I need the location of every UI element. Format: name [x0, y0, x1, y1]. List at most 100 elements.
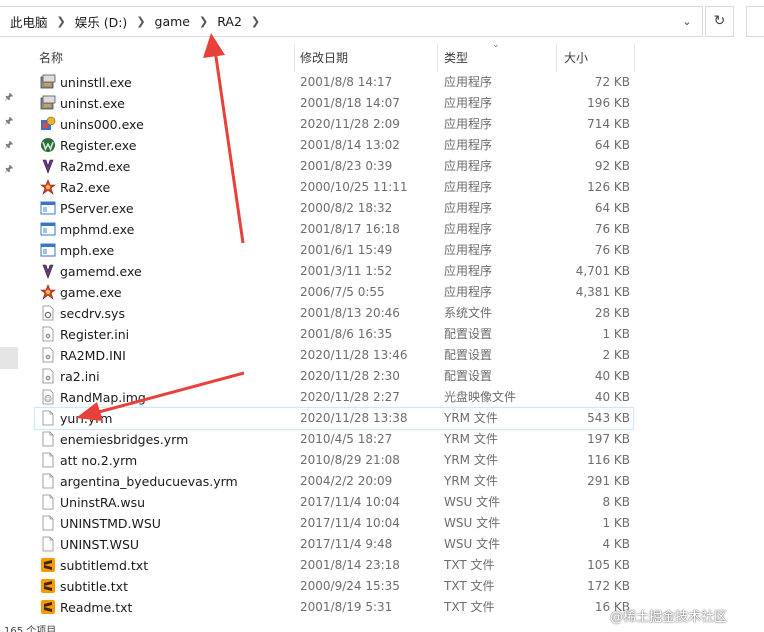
file-type: 配置设置 [444, 369, 493, 383]
blank-file-icon [40, 473, 56, 489]
file-name: Ra2md.exe [60, 159, 131, 174]
nav-item-selected[interactable] [0, 347, 18, 369]
file-row[interactable]: mph.exe 2001/6/1 15:49 应用程序 76 KB [35, 240, 633, 261]
file-row[interactable]: RA2MD.INI 2020/11/28 13:46 配置设置 2 KB [35, 345, 633, 366]
pin-icon[interactable]: 🖈 [4, 92, 15, 103]
file-row[interactable]: enemiesbridges.yrm 2010/4/5 18:27 YRM 文件 19… [35, 429, 633, 450]
file-date: 2001/8/14 23:18 [300, 558, 400, 572]
file-row[interactable]: att no.2.yrm 2010/8/29 21:08 YRM 文件 116 KB [35, 450, 633, 471]
column-header-date[interactable]: 修改日期 [300, 44, 348, 72]
blank-file-icon [40, 410, 56, 426]
blank-file-icon [40, 431, 56, 447]
column-divider[interactable] [437, 44, 438, 72]
chevron-right-icon[interactable]: ❯ [136, 15, 145, 28]
breadcrumb: 此电脑 ❯ 娱乐 (D:) ❯ game ❯ RA2 ❯ [0, 12, 269, 31]
file-date: 2001/8/14 13:02 [300, 138, 400, 152]
pin-icon[interactable]: 🖈 [4, 116, 15, 127]
file-date: 2001/8/19 5:31 [300, 600, 393, 614]
file-name: subtitle.txt [60, 579, 128, 594]
ra2-icon [40, 284, 56, 300]
file-row[interactable]: UNINST.WSU 2017/11/4 9:48 WSU 文件 4 KB [35, 534, 633, 555]
column-divider[interactable] [634, 44, 635, 72]
file-size: 4 KB [602, 537, 630, 551]
file-name: Register.ini [60, 327, 130, 342]
file-row[interactable]: UninstRA.wsu 2017/11/4 10:04 WSU 文件 8 KB [35, 492, 633, 513]
file-row[interactable]: subtitlemd.txt 2001/8/14 23:18 TXT 文件 105 K… [35, 555, 633, 576]
file-row[interactable]: argentina_byeducuevas.yrm 2004/2/2 20:09 Y… [35, 471, 633, 492]
file-type: 应用程序 [444, 285, 493, 299]
file-row[interactable]: subtitle.txt 2000/9/24 15:35 TXT 文件 172 KB [35, 576, 633, 597]
breadcrumb-drive[interactable]: 娱乐 (D:) [75, 12, 128, 31]
file-row[interactable]: uninstll.exe 2001/8/8 14:17 应用程序 72 KB [35, 72, 633, 93]
status-bar-item-count: 165 个项目 [4, 626, 57, 632]
refresh-button[interactable]: ↻ [705, 6, 734, 37]
file-date: 2001/8/23 0:39 [300, 159, 393, 173]
column-divider[interactable] [294, 44, 295, 72]
file-row[interactable]: Register.exe 2001/8/14 13:02 应用程序 64 KB [35, 135, 633, 156]
address-bar[interactable]: 此电脑 ❯ 娱乐 (D:) ❯ game ❯ RA2 ❯ ⌄ [0, 6, 703, 37]
file-row[interactable]: secdrv.sys 2001/8/13 20:46 系统文件 28 KB [35, 303, 633, 324]
file-row[interactable]: RandMap.img 2020/11/28 2:27 光盘映像文件 40 KB [35, 387, 633, 408]
file-type: 应用程序 [444, 138, 493, 152]
w-logo-icon [40, 137, 56, 153]
file-type: 应用程序 [444, 75, 493, 89]
disc-image-icon [40, 389, 56, 405]
file-name: enemiesbridges.yrm [60, 432, 189, 447]
file-row[interactable]: mphmd.exe 2001/8/17 16:18 应用程序 76 KB [35, 219, 633, 240]
chevron-right-icon[interactable]: ❯ [251, 15, 260, 28]
file-row[interactable]: yuri.yrm 2020/11/28 13:38 YRM 文件 543 KB [34, 407, 634, 430]
file-size: 28 KB [594, 306, 630, 320]
search-input[interactable] [746, 6, 764, 37]
breadcrumb-game[interactable]: game [155, 14, 190, 29]
file-row[interactable]: uninst.exe 2001/8/18 14:07 应用程序 196 KB [35, 93, 633, 114]
file-row[interactable]: ra2.ini 2020/11/28 2:30 配置设置 40 KB [35, 366, 633, 387]
file-row[interactable]: Ra2md.exe 2001/8/23 0:39 应用程序 92 KB [35, 156, 633, 177]
file-size: 92 KB [594, 159, 630, 173]
installer-icon [40, 95, 56, 111]
file-name: argentina_byeducuevas.yrm [60, 474, 238, 489]
yuri-icon [40, 158, 56, 174]
chevron-down-icon[interactable]: ⌄ [678, 13, 696, 31]
pin-icon[interactable]: 🖈 [4, 164, 15, 175]
file-type: YRM 文件 [444, 411, 498, 425]
file-size: 197 KB [587, 432, 630, 446]
file-date: 2000/8/2 18:32 [300, 201, 393, 215]
file-type: 系统文件 [444, 306, 493, 320]
chevron-right-icon[interactable]: ❯ [199, 15, 208, 28]
file-row[interactable]: Register.ini 2001/8/6 16:35 配置设置 1 KB [35, 324, 633, 345]
file-row[interactable]: unins000.exe 2020/11/28 2:09 应用程序 714 KB [35, 114, 633, 135]
yuri-icon [40, 263, 56, 279]
file-name: subtitlemd.txt [60, 558, 149, 573]
file-name: unins000.exe [60, 117, 144, 132]
file-date: 2000/9/24 15:35 [300, 579, 400, 593]
breadcrumb-this-pc[interactable]: 此电脑 [10, 12, 48, 31]
file-row[interactable]: Ra2.exe 2000/10/25 11:11 应用程序 126 KB [35, 177, 633, 198]
window-app-icon [40, 221, 56, 237]
ra2-icon [40, 179, 56, 195]
file-type: WSU 文件 [444, 495, 501, 509]
sublime-icon [40, 599, 56, 615]
file-row[interactable]: PServer.exe 2000/8/2 18:32 应用程序 64 KB [35, 198, 633, 219]
file-size: 291 KB [587, 474, 630, 488]
column-header-type[interactable]: 类型 [444, 44, 468, 72]
chevron-right-icon[interactable]: ❯ [57, 15, 66, 28]
file-type: 应用程序 [444, 180, 493, 194]
file-row[interactable]: game.exe 2006/7/5 0:55 应用程序 4,381 KB [35, 282, 633, 303]
file-date: 2017/11/4 10:04 [300, 495, 400, 509]
column-header-size[interactable]: 大小 [564, 44, 588, 72]
file-type: 应用程序 [444, 96, 493, 110]
file-date: 2001/8/18 14:07 [300, 96, 400, 110]
breadcrumb-ra2[interactable]: RA2 [217, 14, 242, 29]
pin-icon[interactable]: 🖈 [4, 140, 15, 151]
file-name: game.exe [60, 285, 122, 300]
column-header-name[interactable]: 名称 [39, 44, 63, 72]
file-size: 40 KB [594, 390, 630, 404]
blank-file-icon [40, 536, 56, 552]
file-date: 2017/11/4 10:04 [300, 516, 400, 530]
column-divider[interactable] [556, 44, 557, 72]
blank-file-icon [40, 452, 56, 468]
file-size: 64 KB [594, 201, 630, 215]
file-row[interactable]: Readme.txt 2001/8/19 5:31 TXT 文件 16 KB [35, 597, 633, 618]
file-row[interactable]: gamemd.exe 2001/3/11 1:52 应用程序 4,701 KB [35, 261, 633, 282]
file-row[interactable]: UNINSTMD.WSU 2017/11/4 10:04 WSU 文件 1 KB [35, 513, 633, 534]
